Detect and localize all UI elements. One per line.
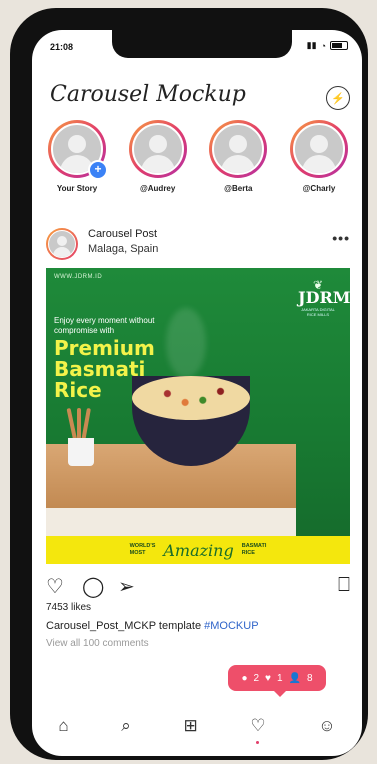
story-label: @Charly bbox=[302, 184, 336, 193]
counter-front bbox=[46, 508, 296, 536]
utensils-cup bbox=[64, 406, 98, 466]
post-username[interactable]: Carousel Post bbox=[88, 228, 157, 240]
battery-icon bbox=[330, 41, 348, 50]
search-icon[interactable]: ⌕ bbox=[121, 716, 131, 736]
steam bbox=[166, 308, 206, 378]
app-screen: 21:08 ▮▮ ◔ Carousel Mockup ⚡ + Your Stor… bbox=[32, 30, 362, 756]
avatar bbox=[131, 123, 184, 175]
status-icons: ▮▮ ◔ bbox=[307, 40, 348, 51]
post-actions: ♡ ◯ ➢ ⎕ bbox=[46, 574, 350, 598]
avatar bbox=[212, 123, 265, 175]
phone-notch bbox=[112, 30, 292, 58]
story-berta[interactable]: @Berta bbox=[203, 120, 273, 193]
comment-notif-icon: ● bbox=[241, 672, 248, 684]
view-comments-link[interactable]: View all 100 comments bbox=[46, 638, 149, 649]
brand-logo: ❦ JDRM JAKARTA DIGITAL RICE MILLS bbox=[298, 278, 350, 317]
like-notif-icon: ♥ bbox=[265, 672, 271, 684]
phone-frame: 21:08 ▮▮ ◔ Carousel Mockup ⚡ + Your Stor… bbox=[10, 8, 368, 760]
story-your-story[interactable]: + Your Story bbox=[42, 120, 112, 193]
avatar bbox=[292, 123, 345, 175]
post-avatar[interactable] bbox=[46, 228, 78, 260]
stories-row: + Your Story @Audrey @Berta @Charly bbox=[42, 120, 354, 193]
post-location[interactable]: Malaga, Spain bbox=[88, 243, 158, 255]
hashtag-link[interactable]: #MOCKUP bbox=[204, 620, 258, 632]
signal-icon: ▮▮ bbox=[306, 40, 317, 50]
add-post-icon[interactable]: ⊞ bbox=[183, 716, 197, 736]
like-heart-icon[interactable]: ♡ bbox=[46, 574, 64, 599]
image-url-text: WWW.JDRM.ID bbox=[54, 274, 103, 280]
story-charly[interactable]: @Charly bbox=[284, 120, 354, 193]
story-label: @Audrey bbox=[139, 184, 176, 193]
home-icon[interactable]: ⌂ bbox=[58, 716, 68, 736]
story-ring: + bbox=[48, 120, 108, 180]
notification-bubble[interactable]: ● 2 ♥ 1 👤 8 bbox=[228, 665, 326, 697]
ad-tagline: Enjoy every moment without compromise wi… bbox=[54, 316, 155, 335]
status-time: 21:08 bbox=[50, 42, 74, 52]
story-label: @Berta bbox=[224, 184, 253, 193]
activity-heart-icon[interactable]: ♡ bbox=[250, 716, 266, 744]
messenger-icon[interactable]: ⚡ bbox=[326, 86, 350, 110]
bottom-nav: ⌂ ⌕ ⊞ ♡ ☺ bbox=[32, 706, 362, 746]
likes-count: 7453 likes bbox=[46, 602, 92, 613]
share-icon[interactable]: ➢ bbox=[118, 574, 135, 599]
story-label: Your Story bbox=[56, 184, 98, 193]
story-audrey[interactable]: @Audrey bbox=[123, 120, 193, 193]
profile-icon[interactable]: ☺ bbox=[318, 716, 335, 736]
follow-notif-icon: 👤 bbox=[288, 672, 301, 684]
app-title: Carousel Mockup bbox=[50, 82, 246, 107]
comment-icon[interactable]: ◯ bbox=[82, 574, 104, 599]
post-caption: Carousel_Post_MCKP template #MOCKUP bbox=[46, 620, 259, 632]
wifi-icon: ◔ bbox=[320, 40, 326, 51]
bookmark-icon[interactable]: ⎕ bbox=[338, 574, 350, 597]
story-ring bbox=[128, 120, 187, 178]
story-ring bbox=[289, 120, 348, 178]
story-ring bbox=[209, 120, 268, 178]
add-story-icon[interactable]: + bbox=[88, 160, 108, 180]
post-header: Carousel Post Malaga, Spain ••• bbox=[46, 226, 350, 266]
ad-banner: WORLD'S MOST Amazing BASMATI RICE bbox=[46, 536, 350, 564]
post-image[interactable]: WWW.JDRM.ID ❦ JDRM JAKARTA DIGITAL RICE … bbox=[46, 268, 350, 564]
more-options-icon[interactable]: ••• bbox=[332, 230, 350, 246]
